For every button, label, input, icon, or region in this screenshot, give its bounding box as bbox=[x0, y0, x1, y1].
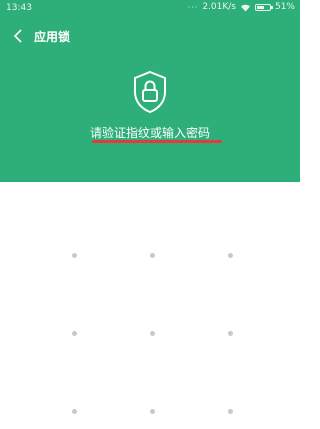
pattern-dot[interactable] bbox=[72, 253, 77, 258]
pattern-dot[interactable] bbox=[72, 409, 77, 414]
pattern-dot[interactable] bbox=[228, 253, 233, 258]
wifi-icon bbox=[240, 4, 250, 11]
pattern-dot[interactable] bbox=[228, 331, 233, 336]
pattern-dot[interactable] bbox=[150, 253, 155, 258]
battery-icon bbox=[254, 3, 273, 11]
pattern-dot[interactable] bbox=[150, 331, 155, 336]
shield-lock-icon bbox=[134, 70, 166, 114]
title-bar: 应用锁 bbox=[0, 22, 300, 48]
more-dots-icon: ··· bbox=[187, 2, 199, 12]
prompt-underline bbox=[92, 140, 222, 143]
back-chevron-icon[interactable] bbox=[10, 27, 28, 45]
pattern-pad[interactable] bbox=[0, 182, 300, 429]
status-time: 13:43 bbox=[6, 3, 32, 13]
pattern-dot[interactable] bbox=[228, 409, 233, 414]
pattern-dot[interactable] bbox=[72, 331, 77, 336]
network-speed: 2.01K/s bbox=[202, 2, 236, 12]
page-title: 应用锁 bbox=[34, 30, 71, 44]
status-bar: 13:43 ··· 2.01K/s 51% bbox=[0, 0, 300, 18]
status-right: ··· 2.01K/s 51% bbox=[188, 2, 295, 12]
battery-percent: 51% bbox=[274, 2, 295, 12]
verify-prompt: 请验证指纹或输入密码 bbox=[89, 126, 210, 140]
pattern-dot[interactable] bbox=[150, 409, 155, 414]
